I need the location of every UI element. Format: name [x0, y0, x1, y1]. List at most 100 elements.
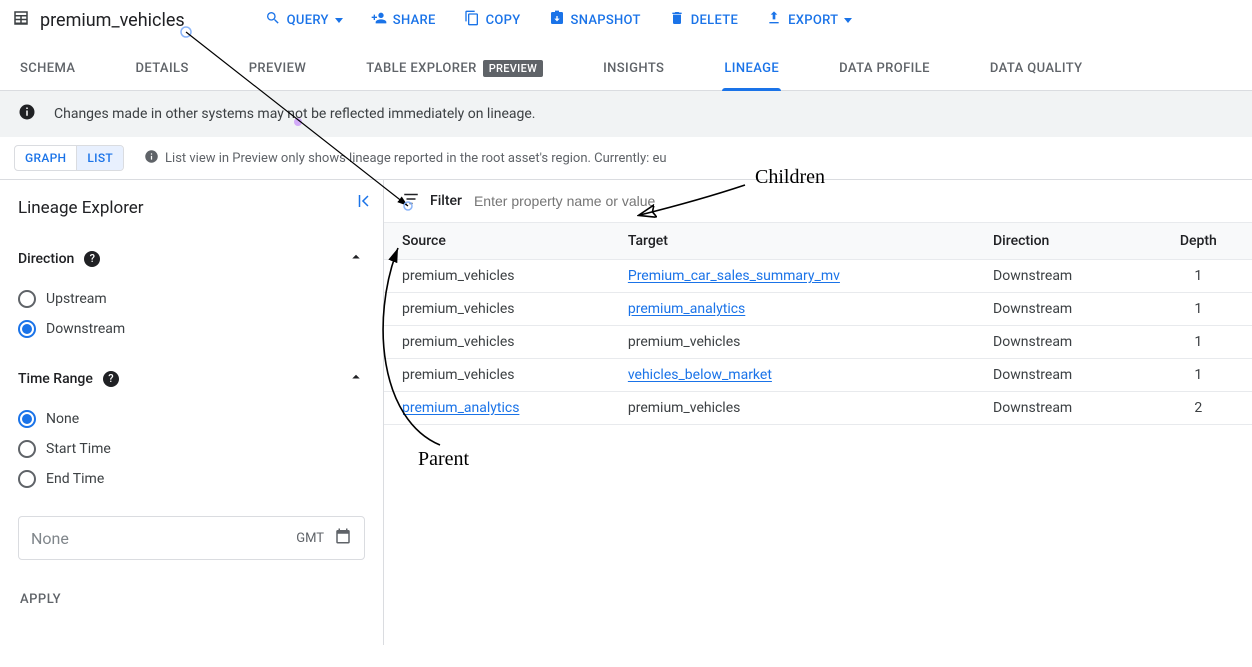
cell-target: premium_vehicles	[610, 392, 975, 425]
cell-target-link[interactable]: vehicles_below_market	[628, 367, 772, 383]
filter-icon	[402, 190, 420, 212]
table-title: premium_vehicles	[12, 9, 209, 31]
table-row: premium_vehicles vehicles_below_market Dow…	[384, 359, 1252, 392]
radio-start-time[interactable]: Start Time	[18, 434, 365, 464]
cell-source-link[interactable]: premium_analytics	[402, 400, 519, 416]
cell-source: premium_vehicles	[384, 293, 610, 326]
time-range-section-header[interactable]: Time Range ?	[18, 356, 365, 402]
tab-lineage[interactable]: LINEAGE	[722, 46, 781, 90]
main-area: Lineage Explorer Direction ? Upstream Do…	[0, 180, 1252, 645]
search-icon	[265, 10, 281, 30]
tab-data-profile[interactable]: DATA PROFILE	[837, 46, 932, 90]
view-hint: List view in Preview only shows lineage …	[144, 149, 667, 168]
cell-target: vehicles_below_market	[610, 359, 975, 392]
cell-depth: 1	[1145, 293, 1252, 326]
timezone-label: GMT	[296, 531, 324, 546]
tab-insights[interactable]: INSIGHTS	[601, 46, 666, 90]
table-name: premium_vehicles	[40, 10, 185, 31]
cell-depth: 1	[1145, 359, 1252, 392]
lineage-explorer-panel: Lineage Explorer Direction ? Upstream Do…	[0, 180, 384, 645]
preview-badge: PREVIEW	[483, 60, 543, 77]
apply-button[interactable]: APPLY	[18, 584, 365, 615]
export-icon	[766, 10, 782, 30]
export-button[interactable]: EXPORT	[756, 4, 862, 36]
info-text: Changes made in other systems may not be…	[54, 106, 536, 122]
date-value: None	[31, 529, 69, 548]
cell-depth: 2	[1145, 392, 1252, 425]
radio-end-time[interactable]: End Time	[18, 464, 365, 494]
collapse-panel-button[interactable]	[355, 192, 373, 214]
cell-direction: Downstream	[975, 359, 1145, 392]
lineage-table: Source Target Direction Depth premium_ve…	[384, 222, 1252, 425]
chevron-down-icon	[335, 18, 343, 23]
table-row: premium_vehicles premium_analytics Downstr…	[384, 293, 1252, 326]
cell-direction: Downstream	[975, 326, 1145, 359]
info-icon	[144, 149, 159, 168]
cell-direction: Downstream	[975, 260, 1145, 293]
col-direction[interactable]: Direction	[975, 223, 1145, 260]
snapshot-icon	[549, 10, 565, 30]
cell-source: premium_vehicles	[384, 260, 610, 293]
tab-data-quality[interactable]: DATA QUALITY	[988, 46, 1085, 90]
help-icon[interactable]: ?	[103, 371, 119, 387]
table-row: premium_analytics premium_vehiclesDownstr…	[384, 392, 1252, 425]
delete-icon	[669, 10, 685, 30]
cell-source: premium_vehicles	[384, 359, 610, 392]
date-input[interactable]: None GMT	[18, 516, 365, 560]
delete-button[interactable]: DELETE	[659, 4, 748, 36]
radio-none[interactable]: None	[18, 404, 365, 434]
cell-source: premium_vehicles	[384, 326, 610, 359]
info-banner: Changes made in other systems may not be…	[0, 91, 1252, 137]
help-icon[interactable]: ?	[84, 251, 100, 267]
chevron-up-icon	[347, 368, 365, 390]
tab-bar: SCHEMA DETAILS PREVIEW TABLE EXPLORER PR…	[0, 46, 1252, 91]
cell-target: premium_vehicles	[610, 326, 975, 359]
list-view-button[interactable]: LIST	[76, 146, 123, 170]
cell-direction: Downstream	[975, 392, 1145, 425]
cell-depth: 1	[1145, 326, 1252, 359]
panel-title: Lineage Explorer	[18, 198, 365, 218]
cell-source: premium_analytics	[384, 392, 610, 425]
table-icon	[12, 9, 30, 31]
share-button[interactable]: SHARE	[361, 4, 446, 36]
filter-input[interactable]	[472, 192, 1234, 210]
table-row: premium_vehicles Premium_car_sales_summar…	[384, 260, 1252, 293]
cell-target: premium_analytics	[610, 293, 975, 326]
radio-downstream[interactable]: Downstream	[18, 314, 365, 344]
radio-upstream[interactable]: Upstream	[18, 284, 365, 314]
lineage-content: Filter Source Target Direction Depth pre…	[384, 180, 1252, 645]
copy-button[interactable]: COPY	[454, 4, 531, 36]
filter-label: Filter	[430, 193, 462, 209]
filter-row: Filter	[384, 180, 1252, 222]
view-toggle: GRAPH LIST	[14, 145, 124, 171]
graph-view-button[interactable]: GRAPH	[15, 146, 76, 170]
tab-details[interactable]: DETAILS	[133, 46, 190, 90]
view-bar: GRAPH LIST List view in Preview only sho…	[0, 137, 1252, 180]
table-header-row: Source Target Direction Depth	[384, 223, 1252, 260]
cell-target-link[interactable]: Premium_car_sales_summary_mv	[628, 268, 840, 284]
direction-radios: Upstream Downstream	[18, 282, 365, 356]
col-depth[interactable]: Depth	[1145, 223, 1252, 260]
cell-target-link[interactable]: premium_analytics	[628, 301, 745, 317]
calendar-icon	[334, 527, 352, 549]
copy-icon	[464, 10, 480, 30]
tab-preview[interactable]: PREVIEW	[247, 46, 309, 90]
col-target[interactable]: Target	[610, 223, 975, 260]
page-header: premium_vehicles QUERY SHARE COPY SNAPSH…	[0, 0, 1252, 40]
col-source[interactable]: Source	[384, 223, 610, 260]
cell-depth: 1	[1145, 260, 1252, 293]
chevron-up-icon	[347, 248, 365, 270]
chevron-down-icon	[844, 18, 852, 23]
info-icon	[18, 103, 36, 125]
time-range-radios: None Start Time End Time	[18, 402, 365, 506]
action-bar: QUERY SHARE COPY SNAPSHOT DELETE EXPORT	[255, 4, 863, 36]
snapshot-button[interactable]: SNAPSHOT	[539, 4, 651, 36]
tab-schema[interactable]: SCHEMA	[18, 46, 77, 90]
tab-table-explorer[interactable]: TABLE EXPLORER PREVIEW	[364, 46, 545, 90]
table-row: premium_vehiclespremium_vehiclesDownstre…	[384, 326, 1252, 359]
add-user-icon	[371, 10, 387, 30]
cell-target: Premium_car_sales_summary_mv	[610, 260, 975, 293]
cell-direction: Downstream	[975, 293, 1145, 326]
query-button[interactable]: QUERY	[255, 4, 353, 36]
direction-section-header[interactable]: Direction ?	[18, 236, 365, 282]
